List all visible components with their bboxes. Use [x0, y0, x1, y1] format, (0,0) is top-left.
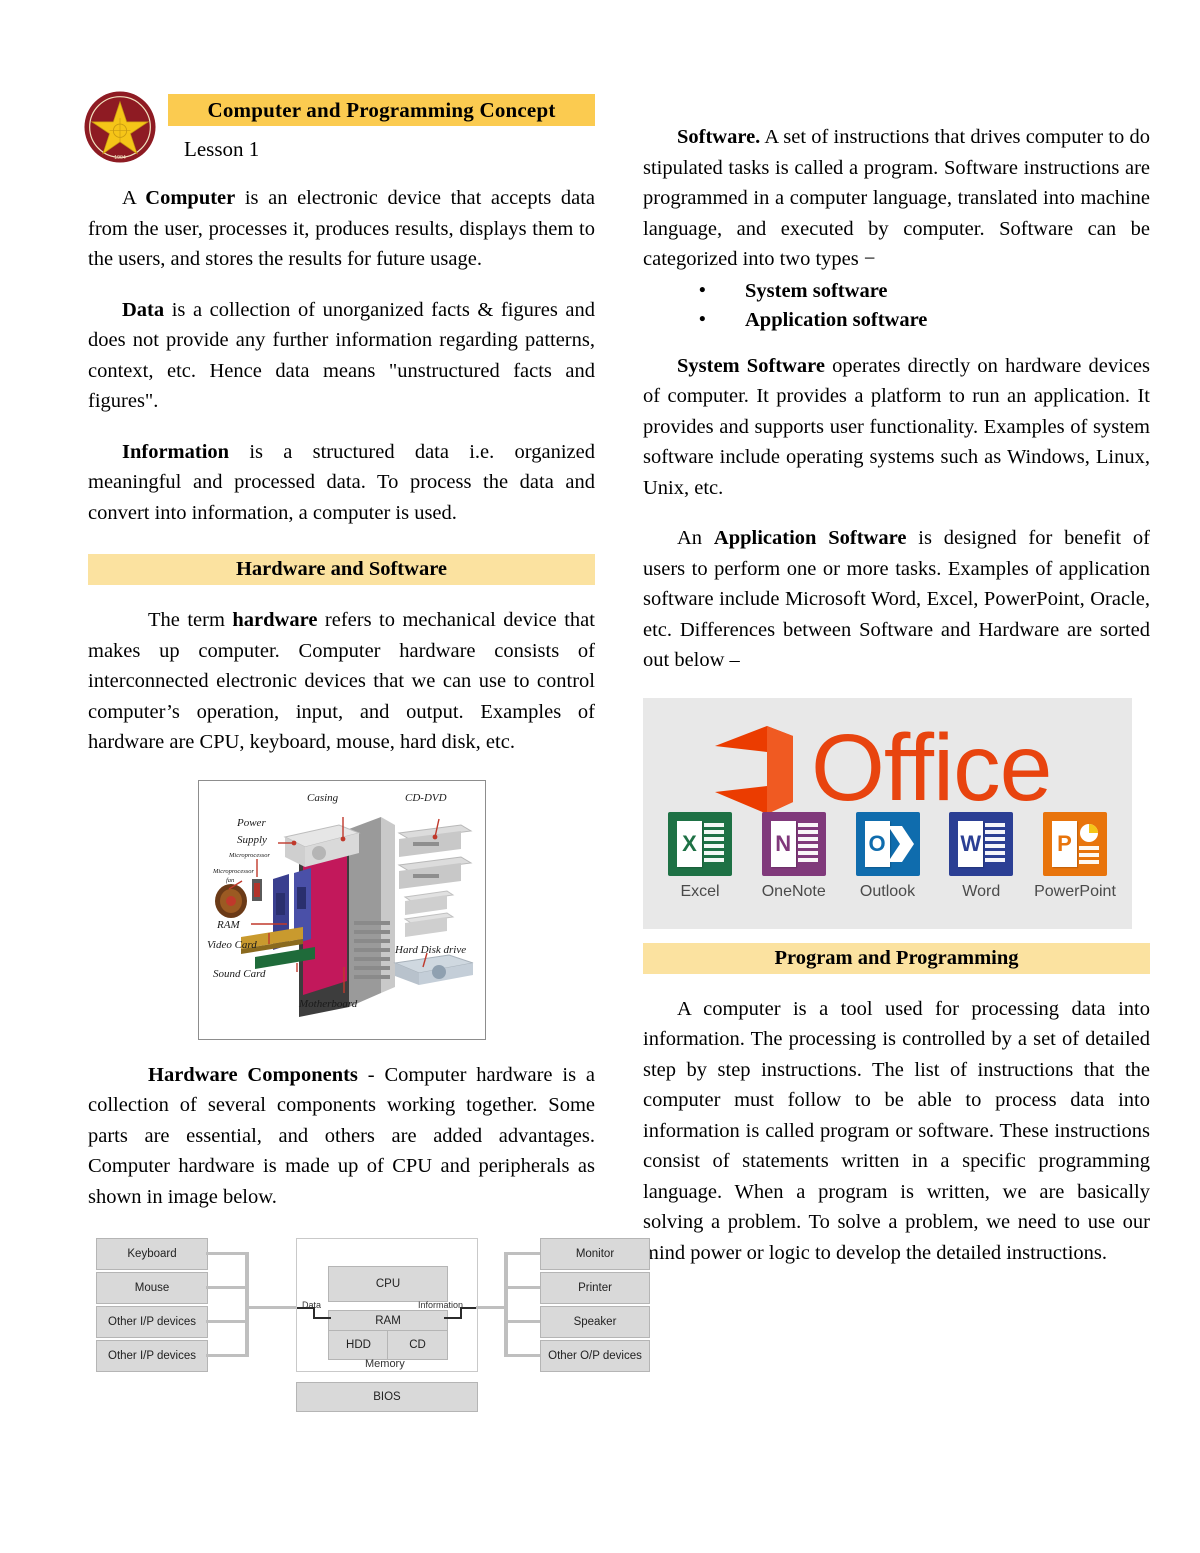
- block-cpu: CPU: [328, 1266, 448, 1302]
- excel-icon: X: [668, 811, 732, 876]
- paragraph-data: Data is a collection of unorganized fact…: [88, 298, 595, 413]
- svg-text:fan: fan: [226, 877, 234, 884]
- connector-data-in-c: [313, 1317, 331, 1319]
- office-app-onenote: N OneNote: [751, 811, 837, 901]
- svg-text:1904: 1904: [114, 155, 126, 161]
- block-output-speaker: Speaker: [540, 1306, 650, 1338]
- powerpoint-icon: P: [1043, 811, 1107, 876]
- connector-input-other2: [206, 1354, 248, 1357]
- block-bios: BIOS: [296, 1382, 478, 1412]
- excel-label: Excel: [680, 882, 720, 900]
- office-wordmark: Office: [811, 714, 1052, 821]
- svg-text:Power: Power: [236, 817, 266, 829]
- block-output-monitor: Monitor: [540, 1238, 650, 1270]
- office-app-icons: X Excel N OneNote O Outlook W Word P Pow…: [657, 811, 1118, 901]
- block-input-other-1: Other I/P devices: [96, 1306, 208, 1338]
- onenote-label: OneNote: [761, 882, 826, 900]
- svg-text:Microprocessor: Microprocessor: [212, 868, 255, 875]
- paragraph-system-software: System Software operates directly on har…: [643, 354, 1150, 499]
- block-input-keyboard: Keyboard: [96, 1238, 208, 1270]
- svg-text:Microprocessor: Microprocessor: [228, 852, 271, 859]
- block-ram: RAM: [328, 1310, 448, 1332]
- title-banner: Computer and Programming Concept: [168, 94, 595, 126]
- software-types-list: System software Application software: [643, 276, 1150, 335]
- figure-microsoft-office: Office X Excel N OneNote O Outlook W Wor…: [643, 697, 1132, 929]
- university-seal-icon: 1904: [84, 91, 156, 163]
- block-input-mouse: Mouse: [96, 1272, 208, 1304]
- connector-output-monitor: [504, 1252, 542, 1255]
- block-memory-caption: Memory: [365, 1358, 405, 1370]
- connector-input-other1: [206, 1320, 248, 1323]
- connector-input-mouse: [206, 1286, 248, 1289]
- figure-exploded-computer: Casing CD-DVD Power Supply Microprocesso…: [197, 779, 486, 1040]
- svg-text:Supply: Supply: [237, 834, 267, 846]
- office-app-word: W Word: [938, 811, 1024, 901]
- figure-block-diagram: Keyboard Mouse Other I/P devices Other I…: [88, 1234, 650, 1419]
- office-app-excel: X Excel: [657, 811, 743, 901]
- section-heading-program-programming: Program and Programming: [643, 942, 1150, 974]
- exploded-computer-illustration: Casing CD-DVD Power Supply Microprocesso…: [198, 780, 485, 1039]
- powerpoint-pie-icon: [1080, 823, 1098, 842]
- left-column: 1904 Computer and Programming Concept Le…: [84, 91, 650, 1419]
- block-hdd: HDD: [328, 1330, 389, 1360]
- svg-text:Casing: Casing: [307, 792, 339, 804]
- outlook-arrow-icon: [887, 825, 914, 862]
- two-column-layout: 1904 Computer and Programming Concept Le…: [84, 91, 1150, 1419]
- paragraph-application-software: An Application Software is designed for …: [643, 527, 1150, 671]
- block-input-other-2: Other I/P devices: [96, 1340, 208, 1372]
- outlook-label: Outlook: [859, 882, 916, 900]
- word-icon: W: [949, 811, 1014, 876]
- paragraph-software: Software. A set of instructions that dri…: [643, 126, 1150, 270]
- office-app-outlook: O Outlook: [845, 811, 931, 901]
- block-cd: CD: [387, 1330, 448, 1360]
- connector-input-to-core: [245, 1306, 297, 1309]
- svg-text:Video Card: Video Card: [207, 939, 257, 951]
- connector-output-printer: [504, 1286, 542, 1289]
- label-information-flow: Information: [418, 1300, 464, 1310]
- office-app-powerpoint: P PowerPoint: [1032, 811, 1118, 901]
- svg-text:CD-DVD: CD-DVD: [405, 792, 447, 804]
- paragraph-program: A computer is a tool used for processing…: [643, 997, 1150, 1264]
- connector-output-speaker: [504, 1320, 542, 1323]
- lesson-label: Lesson 1: [184, 137, 260, 161]
- svg-text:RAM: RAM: [216, 919, 240, 931]
- powerpoint-label: PowerPoint: [1034, 882, 1116, 900]
- document-page: 1904 Computer and Programming Concept Le…: [0, 0, 1200, 1553]
- right-column: Software. A set of instructions that dri…: [643, 92, 1150, 1419]
- connector-input-keyboard: [206, 1252, 248, 1255]
- word-label: Word: [962, 882, 1001, 900]
- list-item-system-software: System software: [699, 276, 1150, 306]
- connector-input-bus: [245, 1252, 249, 1357]
- page-title: Computer and Programming Concept: [207, 98, 556, 122]
- document-header: 1904 Computer and Programming Concept: [84, 91, 595, 163]
- paragraph-hardware: The term hardware refers to mechanical d…: [88, 609, 595, 753]
- office-logo-row: Office: [643, 714, 1132, 822]
- svg-text:Hard Disk drive: Hard Disk drive: [394, 944, 466, 956]
- block-output-printer: Printer: [540, 1272, 650, 1304]
- onenote-icon: N: [761, 811, 826, 876]
- connector-output-other: [504, 1354, 542, 1357]
- list-item-application-software: Application software: [699, 305, 1150, 335]
- svg-text:Sound Card: Sound Card: [213, 968, 266, 980]
- section-heading-hardware-software: Hardware and Software: [88, 554, 595, 585]
- office-logo-icon: [715, 725, 793, 814]
- paragraph-computer: A Computer is an electronic device that …: [88, 187, 595, 270]
- paragraph-information: Information is a structured data i.e. or…: [88, 440, 595, 524]
- block-output-other: Other O/P devices: [540, 1340, 650, 1372]
- outlook-icon: O: [855, 811, 920, 876]
- connector-output-bus: [504, 1252, 508, 1357]
- paragraph-hardware-components: Hardware Components - Computer hardware …: [88, 1063, 595, 1208]
- svg-text:Motherboard: Motherboard: [298, 998, 358, 1010]
